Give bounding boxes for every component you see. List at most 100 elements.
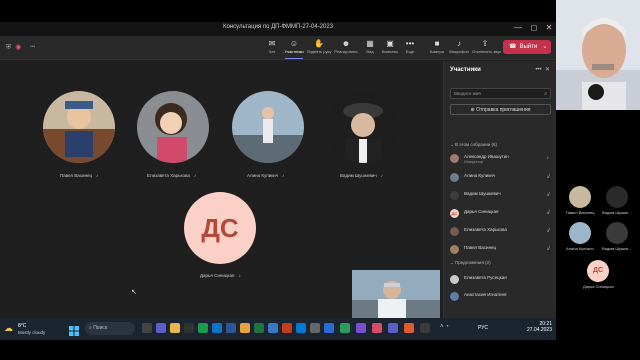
app-icon[interactable] bbox=[404, 323, 414, 333]
app-icon[interactable] bbox=[324, 323, 334, 333]
chat-button[interactable]: ✉ Чат bbox=[263, 38, 281, 54]
participant-row-name: Алина Куликич bbox=[464, 173, 496, 178]
close-window-button[interactable]: ✕ bbox=[543, 23, 555, 32]
app-icon[interactable] bbox=[268, 323, 278, 333]
participant-row[interactable]: Александр Ивашутин Инициатор ♪ bbox=[450, 152, 551, 166]
share-invite-button[interactable]: ⊕ Отправка приглашения bbox=[450, 104, 551, 115]
participant-row[interactable]: Вадим Шушкевич ♪̸ bbox=[450, 189, 551, 203]
participant-name: Елизавета Харькова ♪ bbox=[147, 173, 197, 178]
participant-row[interactable]: Елизавета Харькова ♪̸ bbox=[450, 225, 551, 239]
edge-icon[interactable] bbox=[212, 323, 222, 333]
system-tray[interactable]: ˄ ◔ bbox=[440, 324, 449, 330]
minimize-button[interactable]: — bbox=[512, 23, 524, 32]
shield-icon: ⛨ bbox=[6, 44, 12, 51]
explorer-icon[interactable] bbox=[170, 323, 180, 333]
mic-off-icon: ♪̸ bbox=[546, 210, 550, 216]
app-icon[interactable] bbox=[340, 323, 350, 333]
self-view-video bbox=[352, 270, 440, 318]
chat-icon: ✉ bbox=[268, 39, 276, 48]
participant-search-input[interactable]: Введите имя ⌕ bbox=[450, 88, 551, 99]
more-button[interactable]: ••• Еще bbox=[401, 38, 419, 54]
app-icon[interactable] bbox=[420, 323, 430, 333]
participant-row-name: Вадим Шушкевич bbox=[464, 191, 501, 196]
app-icon[interactable] bbox=[372, 323, 382, 333]
excel-icon[interactable] bbox=[254, 323, 264, 333]
suggested-section-header[interactable]: ⌄ Предложения (2) bbox=[450, 260, 491, 266]
participant-initials: ДС bbox=[184, 192, 256, 264]
avatar bbox=[450, 227, 459, 236]
teams-active-icon[interactable] bbox=[388, 323, 398, 333]
participant-row[interactable]: Алина Куликич ♪̸ bbox=[450, 171, 551, 185]
participant-row[interactable]: Павел Васинец ♪̸ bbox=[450, 243, 551, 257]
more-options-icon[interactable]: ••• bbox=[535, 67, 541, 73]
participant-photo bbox=[232, 91, 304, 163]
window-title: Консультация по ДП-ФММП-27-04-2023 bbox=[222, 24, 334, 30]
microphone-button[interactable]: ♪ Микрофон bbox=[449, 38, 469, 54]
avatar bbox=[450, 292, 459, 301]
camera-button[interactable]: ■ Камера bbox=[428, 38, 446, 54]
phone-icon: ☎ bbox=[509, 44, 517, 50]
participants-button[interactable]: ☺ Участники bbox=[284, 38, 304, 59]
reactions-icon: ☻ bbox=[341, 39, 351, 48]
taskbar-search-label: Поиск bbox=[93, 325, 108, 331]
task-view-icon[interactable] bbox=[142, 323, 152, 333]
outlook-icon[interactable] bbox=[296, 323, 306, 333]
weather-desc: Mostly cloudy bbox=[18, 330, 46, 335]
powerpoint-icon[interactable] bbox=[282, 323, 292, 333]
share-icon: ⇪ bbox=[481, 39, 489, 48]
participant-row-name: Елизавета Харькова bbox=[464, 227, 507, 232]
close-icon[interactable]: ✕ bbox=[545, 67, 550, 73]
participants-panel: Участники ••• ✕ Введите имя ⌕ ⊕ Отправка… bbox=[443, 61, 556, 318]
network-icon: ◔ bbox=[445, 324, 449, 330]
participant-photo bbox=[43, 91, 115, 163]
chrome-icon[interactable] bbox=[198, 323, 208, 333]
participant-photo bbox=[327, 91, 399, 163]
panel-title: Участники bbox=[450, 67, 481, 73]
participant-name: Павел Васинец ♪ bbox=[60, 173, 99, 178]
in-meeting-section-header[interactable]: ⌄ В этом собрании (6) bbox=[450, 142, 497, 148]
rooms-icon: ▣ bbox=[386, 39, 394, 48]
teams-icon[interactable] bbox=[156, 323, 166, 333]
participant-row[interactable]: ДС Дарья Синицкая ♪̸ bbox=[450, 207, 551, 221]
mic-icon: ♪ bbox=[457, 39, 461, 48]
microphone-label: Микрофон bbox=[449, 49, 469, 54]
app-icon[interactable] bbox=[356, 323, 366, 333]
participant-row-name: Елизавета Русецкая bbox=[464, 275, 507, 280]
title-bar: Консультация по ДП-ФММП-27-04-2023 — ◻ ✕ bbox=[0, 22, 556, 36]
strip-name: Алина Куликич bbox=[566, 246, 594, 251]
suggested-row[interactable]: Анастасия Игнатеня bbox=[450, 290, 551, 304]
raise-hand-button[interactable]: ✋ Поднять руку bbox=[307, 38, 332, 54]
reactions-button[interactable]: ☻ Реагировать bbox=[334, 38, 357, 54]
strip-name: Дарья Синицкая bbox=[583, 284, 614, 289]
mic-off-icon: ♪̸ bbox=[546, 192, 550, 198]
avatar bbox=[450, 154, 459, 163]
start-button[interactable] bbox=[69, 323, 79, 336]
strip-name: Вадим Шушке... bbox=[602, 246, 632, 251]
suggested-row[interactable]: Елизавета Русецкая bbox=[450, 273, 551, 287]
clock[interactable]: 20:21 27.04.2023 bbox=[527, 321, 552, 333]
presenter-camera bbox=[556, 0, 640, 110]
language-indicator[interactable]: РУС bbox=[478, 325, 488, 331]
search-icon: ⌕ bbox=[89, 325, 92, 331]
participant-role: Инициатор bbox=[464, 160, 484, 164]
word-icon[interactable] bbox=[226, 323, 236, 333]
avatar bbox=[450, 191, 459, 200]
taskbar-search[interactable]: ⌕ Поиск bbox=[85, 322, 135, 335]
mic-off-icon: ♪̸ bbox=[546, 174, 550, 180]
mic-off-icon: ♪ bbox=[380, 173, 383, 178]
mic-off-icon: ♪ bbox=[193, 173, 197, 178]
chrome-alt-icon[interactable] bbox=[240, 323, 250, 333]
strip-name: Павел Васинец bbox=[566, 210, 595, 215]
mouse-cursor-icon: ↖ bbox=[131, 289, 137, 296]
app-icon[interactable] bbox=[184, 323, 194, 333]
meeting-toolbar: ⛨ ◉ ••• ✉ Чат ☺ Участники ✋ Поднять руку … bbox=[0, 36, 556, 60]
clock-date: 27.04.2023 bbox=[526, 327, 552, 333]
avatar: ДС bbox=[587, 260, 609, 282]
app-icon[interactable] bbox=[310, 323, 320, 333]
mic-off-icon: ♪̸ bbox=[546, 246, 550, 252]
maximize-button[interactable]: ◻ bbox=[528, 23, 540, 32]
cloud-sun-icon: ☁ bbox=[4, 323, 13, 333]
share-button[interactable]: ⇪ Отключить звук bbox=[472, 38, 501, 54]
share-label: Отключить звук bbox=[472, 49, 501, 54]
leave-button[interactable]: ☎ Выйти ⌄ bbox=[503, 40, 551, 54]
